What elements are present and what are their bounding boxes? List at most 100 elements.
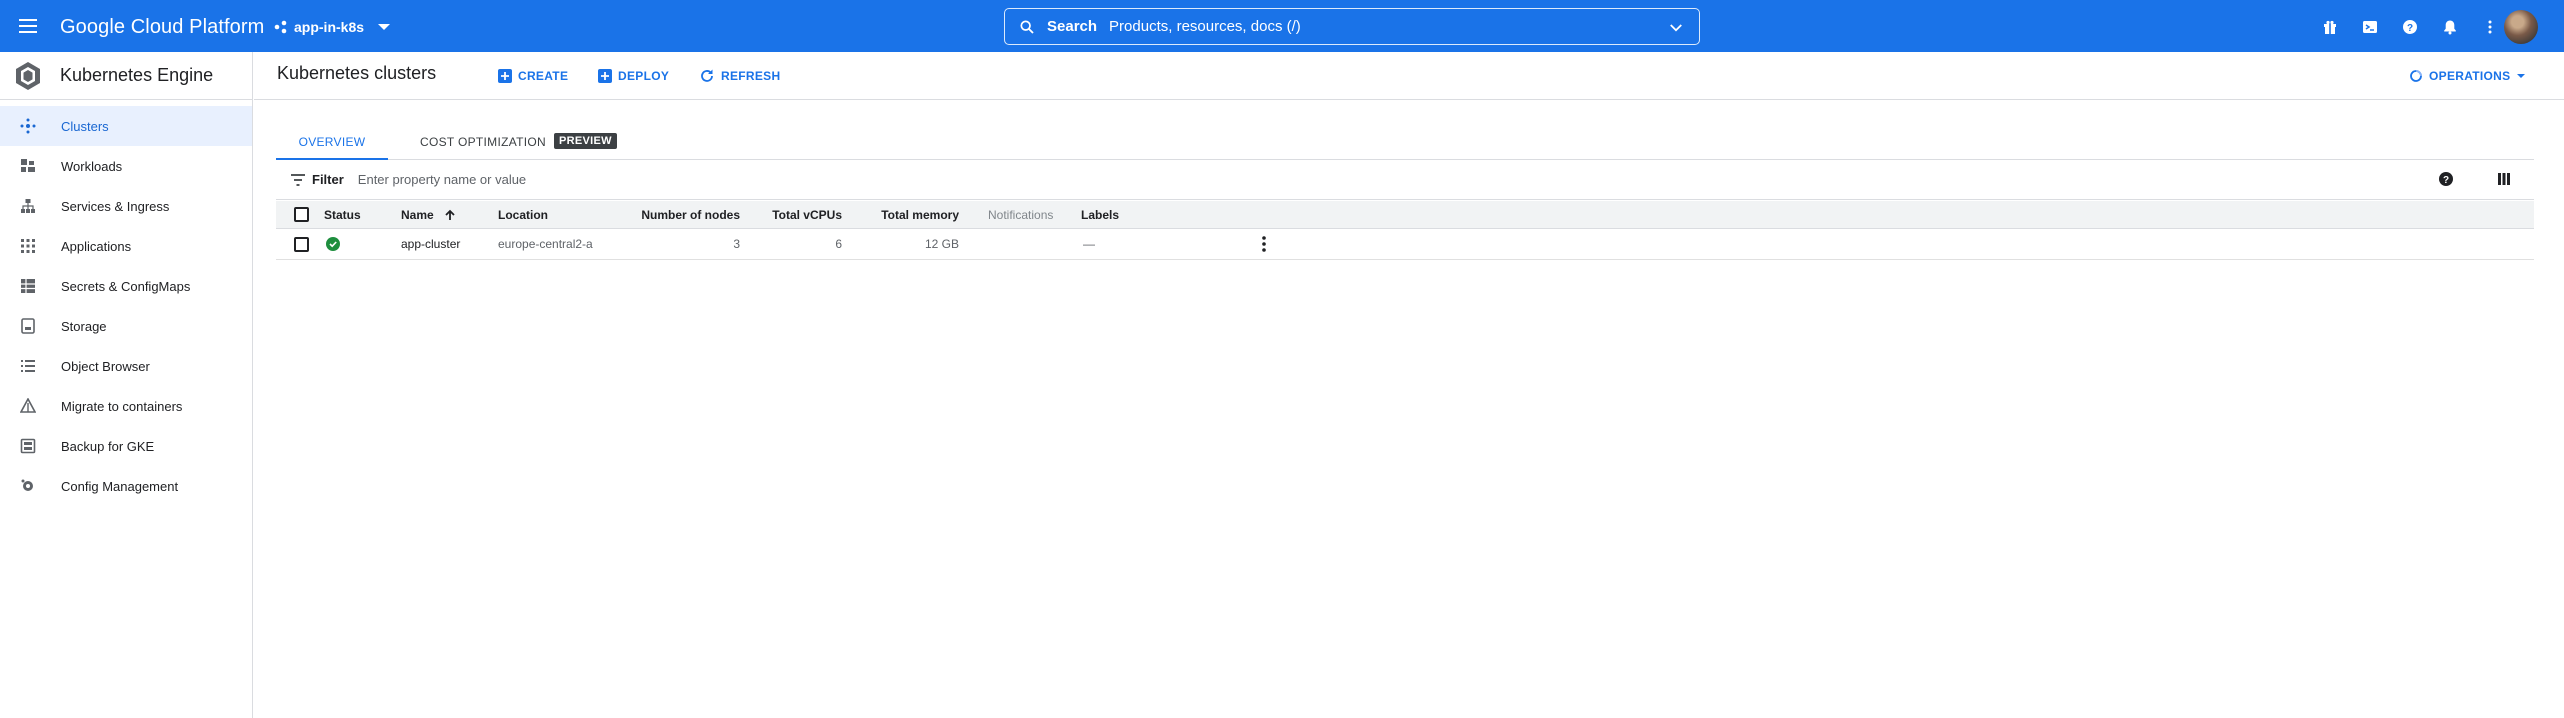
column-display-icon[interactable] [2496,171,2512,187]
main-content: Kubernetes clusters CREATE DEPLOY REFRES… [254,52,2564,718]
clusters-table: Status Name Location Number of nodes Tot… [276,201,2534,260]
status-cell [326,229,340,259]
header-location[interactable]: Location [498,201,548,228]
operations-label: OPERATIONS [2429,69,2511,83]
deploy-icon [598,69,612,83]
header-name[interactable]: Name [401,201,456,228]
action-bar: Kubernetes clusters CREATE DEPLOY REFRES… [254,52,2564,100]
cluster-name: app-cluster [401,237,461,251]
sidebar-item-applications[interactable]: Applications [0,226,252,266]
tab-overview[interactable]: OVERVIEW [276,126,388,160]
sidebar-item-workloads[interactable]: Workloads [0,146,252,186]
tab-label: OVERVIEW [298,135,366,149]
header-notifications: Notifications [988,207,1054,222]
notifications-icon[interactable] [2430,14,2470,40]
status-ok-icon [326,237,340,251]
sidebar-item-storage[interactable]: Storage [0,306,252,346]
header-status[interactable]: Status [324,201,361,228]
project-name: app-in-k8s [294,19,365,35]
header-nodes[interactable]: Number of nodes [636,201,740,228]
project-selector[interactable]: app-in-k8s [274,14,391,40]
create-label: CREATE [518,69,569,83]
deploy-button[interactable]: DEPLOY [598,66,669,86]
svg-text:?: ? [2443,175,2449,186]
product-header: Kubernetes Engine [0,52,252,100]
row-select-cell [294,229,309,259]
svg-text:?: ? [2407,23,2413,34]
cloud-shell-icon[interactable] [2350,14,2390,40]
sidebar-item-label: Workloads [61,158,123,174]
project-icon [274,20,287,34]
sidebar-item-label: Backup for GKE [61,438,155,454]
filter-label: Filter [312,172,344,187]
top-bar: Google Cloud Platform app-in-k8s Search … [0,0,2564,52]
sidebar-nav: Clusters Workloads Services & Ingress Ap… [0,106,252,506]
search-bar[interactable]: Search [1004,8,1700,45]
config-management-icon [19,477,37,495]
sidebar-item-object-browser[interactable]: Object Browser [0,346,252,386]
cluster-vcpus: 6 [835,237,842,251]
sidebar-item-label: Services & Ingress [61,198,170,214]
select-all-checkbox[interactable] [294,207,309,222]
sidebar-item-secrets[interactable]: Secrets & ConfigMaps [0,266,252,306]
brand-title[interactable]: Google Cloud Platform [60,14,264,40]
migrate-icon [19,397,37,415]
search-label: Search [1047,18,1098,35]
search-input[interactable] [1109,18,1670,35]
tab-bar: OVERVIEW COST OPTIMIZATION PREVIEW [276,126,2534,160]
cluster-labels: — [1083,237,1095,251]
sidebar-item-label: Clusters [61,118,109,134]
top-actions: ? [2310,14,2510,40]
operations-icon [2410,70,2422,82]
chevron-down-icon [2517,74,2526,78]
refresh-button[interactable]: REFRESH [699,66,780,86]
sidebar-item-migrate[interactable]: Migrate to containers [0,386,252,426]
sidebar-item-clusters[interactable]: Clusters [0,106,252,146]
chevron-down-icon [378,24,391,30]
page-title: Kubernetes clusters [277,63,437,83]
cluster-nodes: 3 [733,237,740,251]
sidebar-item-label: Storage [61,318,107,334]
header-vcpus[interactable]: Total vCPUs [746,201,842,228]
create-button[interactable]: CREATE [498,66,568,86]
sidebar-item-backup[interactable]: Backup for GKE [0,426,252,466]
help-icon[interactable]: ? [2390,14,2430,40]
sidebar-item-label: Migrate to containers [61,398,183,414]
sidebar-item-label: Secrets & ConfigMaps [61,278,191,294]
avatar[interactable] [2504,10,2538,44]
filter-icon [291,173,305,186]
help-icon[interactable]: ? [2438,171,2454,187]
table-header: Status Name Location Number of nodes Tot… [276,201,2534,229]
row-actions-icon[interactable] [1261,229,1267,259]
search-icon [1020,19,1034,34]
secrets-icon [19,277,37,295]
cluster-name-link[interactable]: app-cluster [401,229,460,259]
deploy-label: DEPLOY [618,69,670,83]
table-row: app-cluster europe-central2-a 3 6 12 GB … [276,229,2534,260]
tab-cost-optimization[interactable]: COST OPTIMIZATION PREVIEW [420,126,617,160]
header-memory[interactable]: Total memory [856,201,959,228]
cluster-memory: 12 GB [924,237,959,251]
refresh-label: REFRESH [721,69,781,83]
product-title: Kubernetes Engine [60,65,214,85]
arrow-up-icon [445,209,455,220]
row-checkbox[interactable] [294,236,309,252]
refresh-icon [701,69,713,82]
main-menu-icon[interactable] [16,14,40,38]
sidebar-item-label: Object Browser [61,358,150,374]
applications-icon [19,237,37,255]
tab-label: COST OPTIMIZATION [420,135,546,149]
header-name-label: Name [401,207,434,222]
sidebar: Kubernetes Engine Clusters Workloads Ser… [0,52,253,718]
gift-icon[interactable] [2310,14,2350,40]
sidebar-item-services[interactable]: Services & Ingress [0,186,252,226]
select-all-cell [294,201,309,228]
storage-icon [19,317,37,335]
chevron-down-icon[interactable] [1667,19,1685,37]
sidebar-item-label: Config Management [61,478,179,494]
operations-button[interactable]: OPERATIONS [2409,66,2526,86]
sidebar-item-config-management[interactable]: Config Management [0,466,252,506]
preview-badge: PREVIEW [554,133,617,149]
filter-input[interactable] [357,172,958,187]
backup-icon [19,437,37,455]
